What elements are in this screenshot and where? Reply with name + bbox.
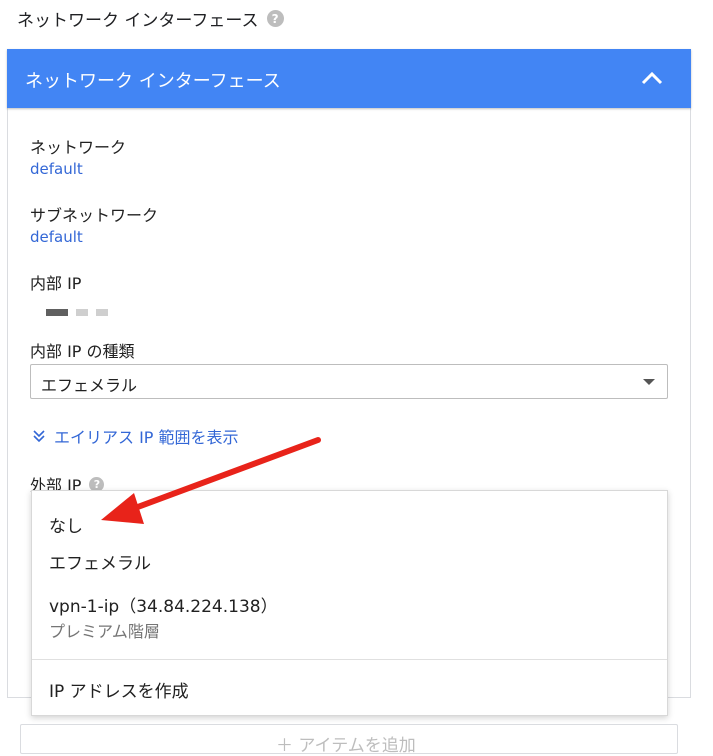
show-alias-ip-label: エイリアス IP 範囲を表示 <box>54 428 239 447</box>
add-item-label: ＋ アイテムを追加 <box>276 736 416 756</box>
internal-ip-masked-value <box>46 309 108 316</box>
internal-ip-type-label: 内部 IP の種類 <box>30 342 135 361</box>
subnetwork-value-link[interactable]: default <box>30 228 83 246</box>
double-chevron-down-icon <box>33 430 45 443</box>
show-alias-ip-link[interactable]: エイリアス IP 範囲を表示 <box>32 424 239 448</box>
internal-ip-type-select[interactable]: エフェメラル <box>30 364 668 399</box>
menu-option-none[interactable]: なし <box>49 512 83 537</box>
internal-ip-type-selected: エフェメラル <box>41 376 138 395</box>
network-value-link[interactable]: default <box>30 160 83 178</box>
menu-option-vpn-1-ip-tier: プレミアム階層 <box>49 622 160 641</box>
section-title: ネットワーク インターフェース ? <box>17 6 284 31</box>
add-item-button[interactable]: ＋ アイテムを追加 <box>20 724 678 756</box>
menu-option-vpn-1-ip[interactable]: vpn-1-ip（34.84.224.138） <box>49 592 278 617</box>
help-circle-icon[interactable]: ? <box>266 10 284 27</box>
internal-ip-label: 内部 IP <box>30 274 82 293</box>
section-title-text: ネットワーク インターフェース <box>17 11 259 31</box>
chevron-up-icon[interactable] <box>639 66 665 90</box>
menu-option-ephemeral[interactable]: エフェメラル <box>49 549 151 574</box>
menu-option-create-ip[interactable]: IP アドレスを作成 <box>49 677 189 702</box>
menu-divider <box>32 659 667 660</box>
external-ip-dropdown-menu: なし エフェメラル vpn-1-ip（34.84.224.138） プレミアム階… <box>31 490 668 716</box>
panel-header[interactable]: ネットワーク インターフェース <box>7 49 691 108</box>
subnetwork-label: サブネットワーク <box>30 206 159 225</box>
dropdown-arrow-icon <box>643 379 655 385</box>
panel-header-title: ネットワーク インターフェース <box>25 71 281 92</box>
network-label: ネットワーク <box>30 138 127 157</box>
